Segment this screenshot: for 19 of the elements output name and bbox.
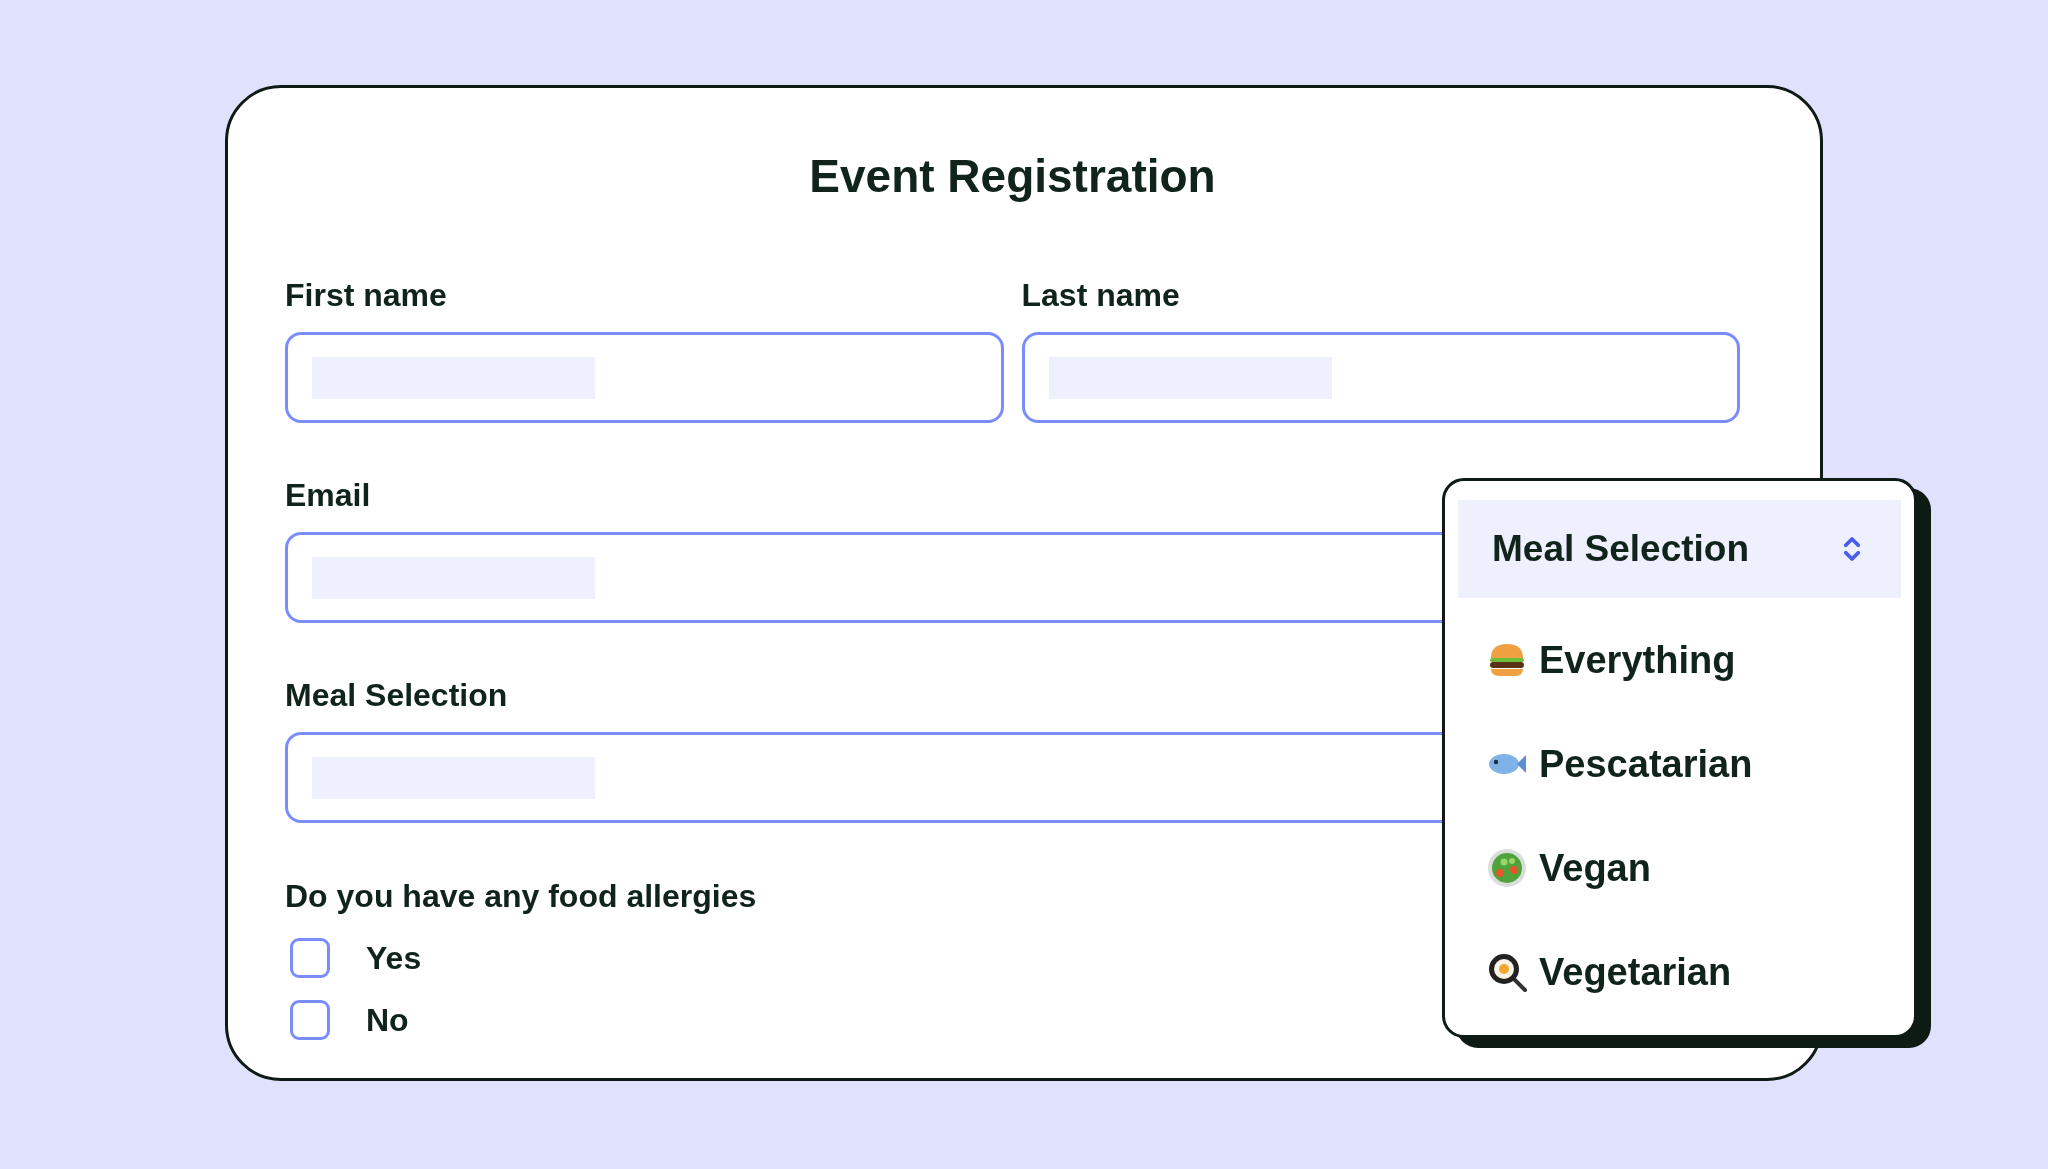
select-trigger[interactable]: Meal Selection	[1458, 500, 1901, 598]
menu-option[interactable]: Pescatarian	[1458, 712, 1901, 816]
option-label: No	[366, 1001, 409, 1040]
checkbox[interactable]	[290, 938, 330, 978]
field-label: First name	[285, 276, 448, 315]
input-field[interactable]	[1021, 332, 1740, 423]
input-field[interactable]	[285, 332, 1004, 423]
menu-option[interactable]: Vegetarian	[1458, 920, 1901, 1024]
option-label: Yes	[366, 939, 422, 978]
question-label: Do you have any food allergies	[285, 877, 758, 916]
checkbox[interactable]	[290, 1000, 330, 1040]
frying-pan-icon	[1487, 952, 1527, 992]
field-label: Last name	[1021, 276, 1181, 315]
field-label: Meal Selection	[285, 676, 509, 715]
field-label: Email	[285, 476, 372, 515]
menu-option[interactable]: Everything	[1458, 608, 1901, 712]
salad-icon	[1487, 848, 1527, 888]
form-title: Event Registration	[809, 149, 1216, 204]
menu-option[interactable]: Vegan	[1458, 816, 1901, 920]
